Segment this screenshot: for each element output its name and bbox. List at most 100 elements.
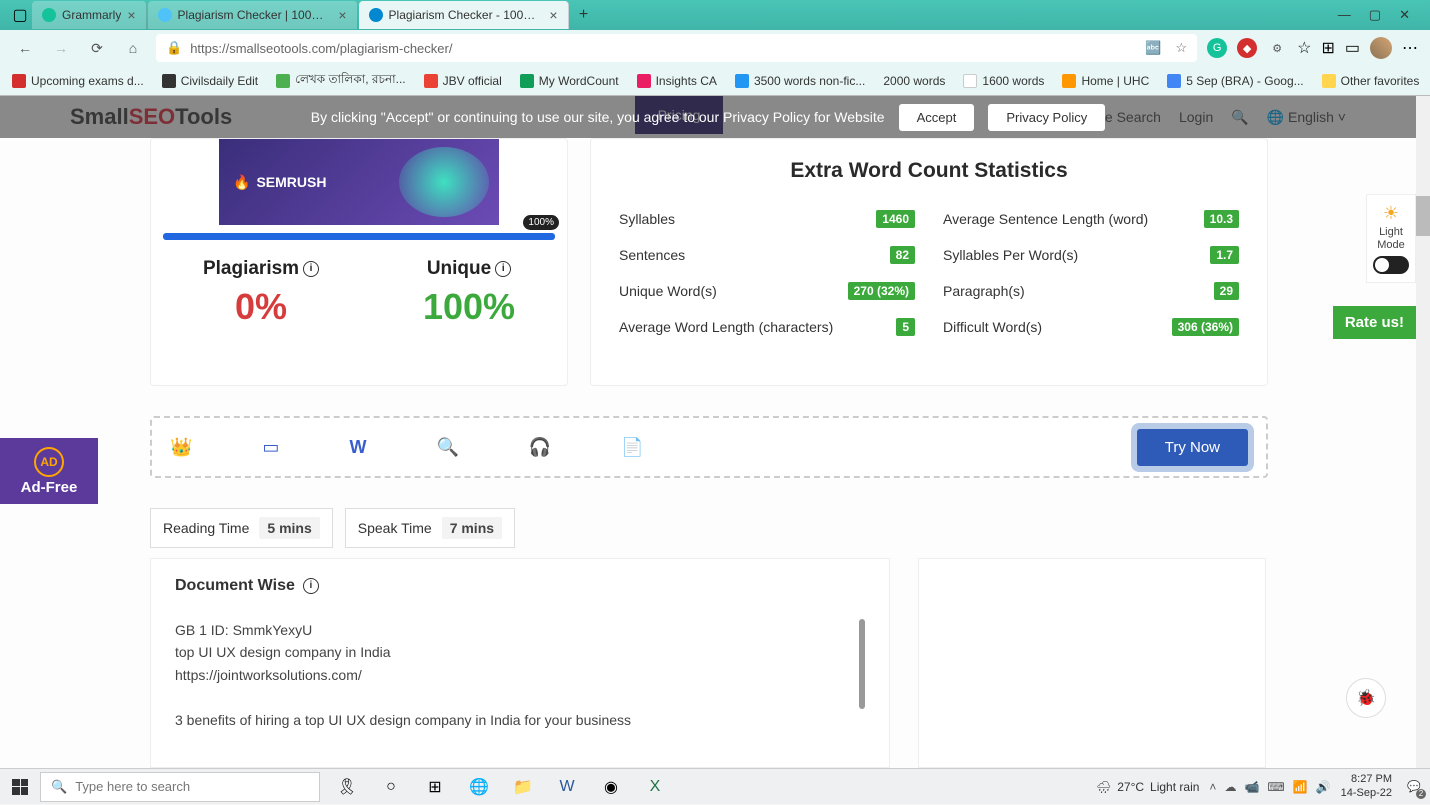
favorites-icon[interactable]: ☆: [1297, 38, 1311, 58]
ad-icon: AD: [34, 447, 64, 477]
privacy-policy-button[interactable]: Privacy Policy: [988, 104, 1105, 131]
reading-list-icon[interactable]: ▭: [1345, 38, 1360, 58]
accept-button[interactable]: Accept: [899, 104, 975, 131]
stat-sentences-label: Sentences: [619, 247, 685, 263]
notifications-icon[interactable]: 💬2: [1402, 775, 1426, 799]
windows-taskbar: 🔍 Type here to search 🎗 ○ ⊞ 🌐 📁 W ◉ X 🌧 …: [0, 768, 1430, 804]
sun-icon: ☀: [1371, 203, 1411, 224]
cortana-icon[interactable]: ○: [372, 771, 410, 803]
close-icon[interactable]: ×: [127, 7, 135, 23]
back-button[interactable]: ←: [12, 35, 38, 61]
adfree-label: Ad-Free: [21, 479, 78, 496]
chevron-up-icon[interactable]: ˄: [1209, 780, 1216, 794]
try-now-button[interactable]: Try Now: [1137, 429, 1248, 466]
scrollbar-thumb[interactable]: [1416, 196, 1430, 236]
unique-title: Unique: [427, 258, 491, 280]
headphones-icon: 🎧: [529, 437, 551, 458]
menu-icon[interactable]: ⋯: [1402, 38, 1418, 58]
maximize-button[interactable]: ▢: [1369, 7, 1381, 23]
other-favorites[interactable]: Other favorites: [1322, 74, 1420, 88]
address-bar[interactable]: 🔒 https://smallseotools.com/plagiarism-c…: [156, 34, 1197, 62]
rate-us-button[interactable]: Rate us!: [1333, 306, 1416, 339]
ribbon-icon[interactable]: 🎗: [328, 771, 366, 803]
info-icon[interactable]: i: [495, 261, 511, 277]
onedrive-icon[interactable]: ☁: [1224, 780, 1236, 794]
fav-jbv[interactable]: JBV official: [424, 74, 502, 88]
wifi-icon[interactable]: 📶: [1293, 780, 1308, 794]
stat-paragraphs-label: Paragraph(s): [943, 283, 1025, 299]
theme-toggle[interactable]: [1373, 256, 1409, 274]
close-icon[interactable]: ×: [549, 7, 557, 23]
chrome-icon[interactable]: ◉: [592, 771, 630, 803]
scrollbar-thumb[interactable]: [859, 619, 865, 709]
doc-body[interactable]: GB 1 ID: SmmkYexyU top UI UX design comp…: [175, 619, 865, 759]
meet-now-icon[interactable]: 📹: [1244, 780, 1259, 794]
semrush-logo: 🔥 SEMRUSH: [233, 174, 326, 191]
stat-difficult-val: 306 (36%): [1172, 318, 1239, 336]
progress-label: 100%: [523, 215, 559, 230]
favorite-icon[interactable]: ☆: [1175, 40, 1187, 56]
browser-tab-plagiarism2[interactable]: Plagiarism Checker - 100% Free ×: [359, 1, 569, 29]
document-panel: Document Wise i GB 1 ID: SmmkYexyU top UI…: [150, 558, 890, 768]
stat-avg-sent-val: 10.3: [1204, 210, 1239, 228]
browser-tab-plagiarism1[interactable]: Plagiarism Checker | 100% Free a ×: [148, 1, 358, 29]
pro-features-strip: 👑 ▭ W 🔍 🎧 📄 Try Now: [150, 416, 1268, 478]
bug-report-button[interactable]: 🐞: [1346, 678, 1386, 718]
browser-tab-strip: ▢ Grammarly × Plagiarism Checker | 100% …: [0, 0, 1430, 30]
close-icon[interactable]: ×: [338, 7, 346, 23]
pdf-icon: ▭: [262, 437, 279, 458]
grammarly-ext-icon[interactable]: G: [1207, 38, 1227, 58]
info-icon[interactable]: i: [303, 261, 319, 277]
fav-bengali[interactable]: লেখক তালিকা, রচনা...: [276, 71, 406, 91]
explorer-icon[interactable]: 📁: [504, 771, 542, 803]
word-icon: W: [349, 437, 366, 458]
unique-value: 100%: [423, 286, 515, 328]
site-icon: [158, 8, 172, 22]
browser-tab-grammarly[interactable]: Grammarly ×: [32, 1, 147, 29]
crown-icon: 👑: [170, 437, 192, 458]
profile-avatar[interactable]: [1370, 37, 1392, 59]
fav-5sep[interactable]: 5 Sep (BRA) - Goog...: [1167, 74, 1303, 88]
weather-widget[interactable]: 🌧 27°C Light rain: [1096, 780, 1199, 794]
stat-avg-word-len-label: Average Word Length (characters): [619, 319, 833, 335]
fav-civilsdaily[interactable]: Civilsdaily Edit: [162, 74, 258, 88]
semrush-ad[interactable]: 🔥 SEMRUSH: [219, 139, 499, 225]
volume-icon[interactable]: 🔊: [1316, 780, 1331, 794]
taskbar-search[interactable]: 🔍 Type here to search: [40, 772, 320, 802]
task-view-icon[interactable]: ⊞: [416, 771, 454, 803]
translate-icon[interactable]: 🔤: [1145, 40, 1161, 56]
info-icon[interactable]: i: [303, 578, 319, 594]
fav-wordcount[interactable]: My WordCount: [520, 74, 619, 88]
home-button[interactable]: ⌂: [120, 35, 146, 61]
fav-2000words[interactable]: 2000 words: [883, 74, 945, 88]
close-window-button[interactable]: ✕: [1399, 7, 1410, 23]
notif-count: 2: [1416, 789, 1426, 799]
page-scrollbar[interactable]: [1416, 96, 1430, 768]
new-tab-button[interactable]: +: [570, 3, 598, 27]
excel-icon[interactable]: X: [636, 771, 674, 803]
fav-insights[interactable]: Insights CA: [637, 74, 717, 88]
collections-icon[interactable]: ⊞: [1321, 38, 1334, 58]
speak-time-value: 7 mins: [442, 517, 502, 539]
adblock-ext-icon[interactable]: ◆: [1237, 38, 1257, 58]
doc-title: Document Wise: [175, 577, 295, 595]
forward-button[interactable]: →: [48, 35, 74, 61]
tab-actions-icon[interactable]: ▢: [8, 5, 32, 25]
edge-icon[interactable]: 🌐: [460, 771, 498, 803]
grammarly-icon: [42, 8, 56, 22]
fav-3500words[interactable]: 3500 words non-fic...: [735, 74, 865, 88]
fav-1600words[interactable]: 1600 words: [963, 74, 1044, 88]
start-button[interactable]: [0, 769, 40, 805]
minimize-button[interactable]: —: [1338, 7, 1351, 23]
taskbar-clock[interactable]: 8:27 PM 14-Sep-22: [1341, 773, 1392, 799]
fav-upcoming-exams[interactable]: Upcoming exams d...: [12, 74, 144, 88]
keyboard-icon[interactable]: ⌨: [1267, 780, 1284, 794]
fav-home-uhc[interactable]: Home | UHC: [1062, 74, 1149, 88]
word-icon[interactable]: W: [548, 771, 586, 803]
cookie-text: By clicking "Accept" or continuing to us…: [311, 109, 885, 125]
browser-nav-bar: ← → ⟳ ⌂ 🔒 https://smallseotools.com/plag…: [0, 30, 1430, 66]
extension-icon[interactable]: ⚙: [1267, 38, 1287, 58]
stat-avg-word-len-val: 5: [896, 318, 915, 336]
adfree-badge[interactable]: AD Ad-Free: [0, 438, 98, 504]
refresh-button[interactable]: ⟳: [84, 35, 110, 61]
